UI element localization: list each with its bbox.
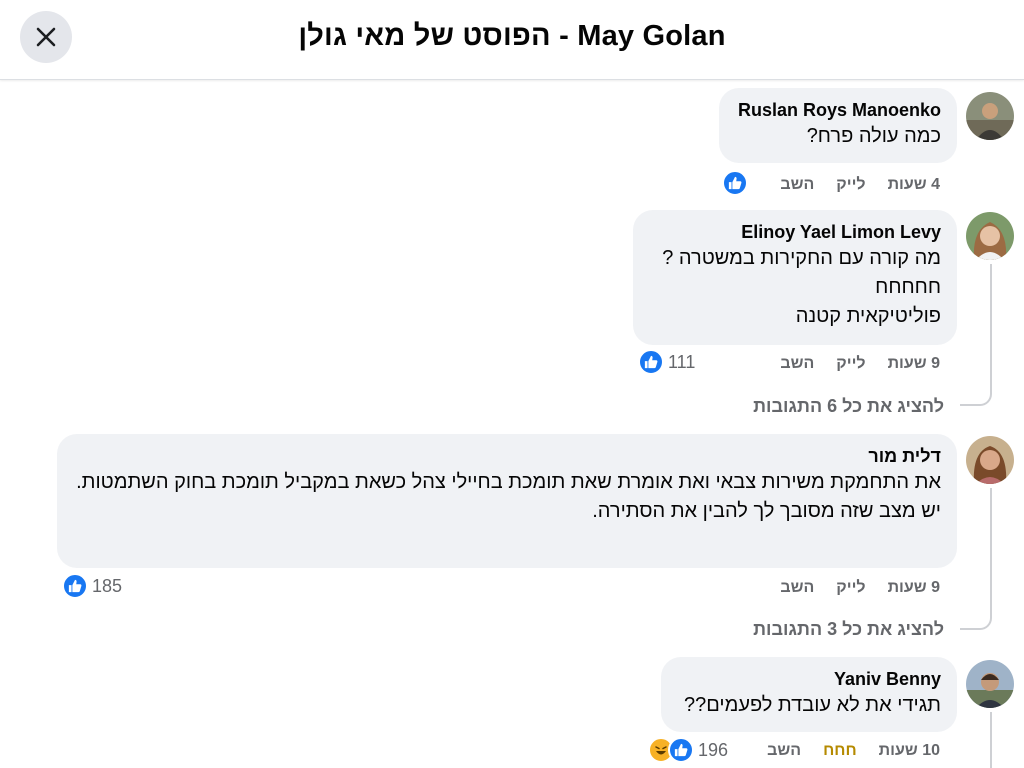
- comment-actions: 4 שעות לייק השב: [780, 174, 940, 196]
- comment-author[interactable]: Yaniv Benny: [675, 667, 941, 691]
- comment-bubble: דלית מור את התחמקת משירות צבאי ואת אומרת…: [57, 434, 957, 568]
- haha-reaction-button[interactable]: חחח: [823, 742, 857, 760]
- dialog-title: הפוסט של מאי גולן - May Golan: [298, 20, 726, 52]
- view-replies-link[interactable]: להציג את כל 3 התגובות: [753, 619, 944, 640]
- avatar[interactable]: [966, 660, 1014, 708]
- reaction-count: 185: [92, 575, 123, 596]
- reaction-summary[interactable]: 111: [638, 349, 695, 375]
- comment-actions: 9 שעות לייק השב: [780, 577, 940, 599]
- reaction-summary[interactable]: 196: [648, 737, 728, 763]
- comment-time[interactable]: 4 שעות: [888, 176, 940, 194]
- like-reaction-icon: [62, 573, 88, 599]
- reaction-count: 196: [698, 739, 729, 760]
- dialog-header: הפוסט של מאי גולן - May Golan: [0, 0, 1024, 80]
- comment-text-line: פוליטיקאית קטנה: [795, 305, 941, 327]
- comment-text-line: יש מצב שזה מסובך לך להבין את הסתירה.: [592, 500, 941, 522]
- reply-button[interactable]: השב: [780, 579, 814, 597]
- comment-text-line: תגידי את לא עובדת לפעמים??: [684, 694, 941, 716]
- view-replies-link[interactable]: להציג את כל 6 התגובות: [753, 396, 944, 417]
- reply-button[interactable]: השב: [780, 176, 814, 194]
- comment-actions: 9 שעות לייק השב: [780, 353, 940, 375]
- reaction-summary[interactable]: [722, 170, 748, 196]
- comment-text-line: כמה עולה פרח?: [806, 125, 941, 147]
- thread-connector: [990, 712, 992, 768]
- comment-author[interactable]: Ruslan Roys Manoenko: [733, 98, 941, 122]
- comment-author[interactable]: דלית מור: [71, 444, 941, 468]
- like-reaction-icon: [668, 737, 694, 763]
- comment-text-line: את התחמקת משירות צבאי ואת אומרת שאת תומכ…: [76, 471, 941, 493]
- comment-time[interactable]: 9 שעות: [888, 579, 940, 597]
- comment-text-line: מה קורה עם החקירות במשטרה ?: [662, 247, 941, 269]
- comment-author[interactable]: Elinoy Yael Limon Levy: [647, 220, 941, 244]
- comment-actions: 10 שעות חחח השב: [767, 740, 940, 762]
- avatar[interactable]: [966, 436, 1014, 484]
- comment-time[interactable]: 10 שעות: [879, 742, 940, 760]
- avatar[interactable]: [966, 212, 1014, 260]
- thread-connector: [960, 488, 992, 630]
- comment-time[interactable]: 9 שעות: [888, 355, 940, 373]
- reply-button[interactable]: השב: [780, 355, 814, 373]
- comment-bubble: Yaniv Benny תגידי את לא עובדת לפעמים??: [661, 657, 957, 732]
- like-button[interactable]: לייק: [836, 176, 865, 194]
- like-reaction-icon: [722, 170, 748, 196]
- like-button[interactable]: לייק: [836, 579, 865, 597]
- comment-bubble: Ruslan Roys Manoenko כמה עולה פרח?: [719, 88, 957, 163]
- thread-connector: [960, 264, 992, 406]
- comment-text-line: חחחחח: [875, 276, 941, 298]
- like-button[interactable]: לייק: [836, 355, 865, 373]
- comment-bubble: Elinoy Yael Limon Levy מה קורה עם החקירו…: [633, 210, 957, 345]
- avatar[interactable]: [966, 92, 1014, 140]
- like-reaction-icon: [638, 349, 664, 375]
- reaction-summary[interactable]: 185: [62, 573, 122, 599]
- reaction-count: 111: [668, 351, 696, 372]
- reply-button[interactable]: השב: [767, 742, 801, 760]
